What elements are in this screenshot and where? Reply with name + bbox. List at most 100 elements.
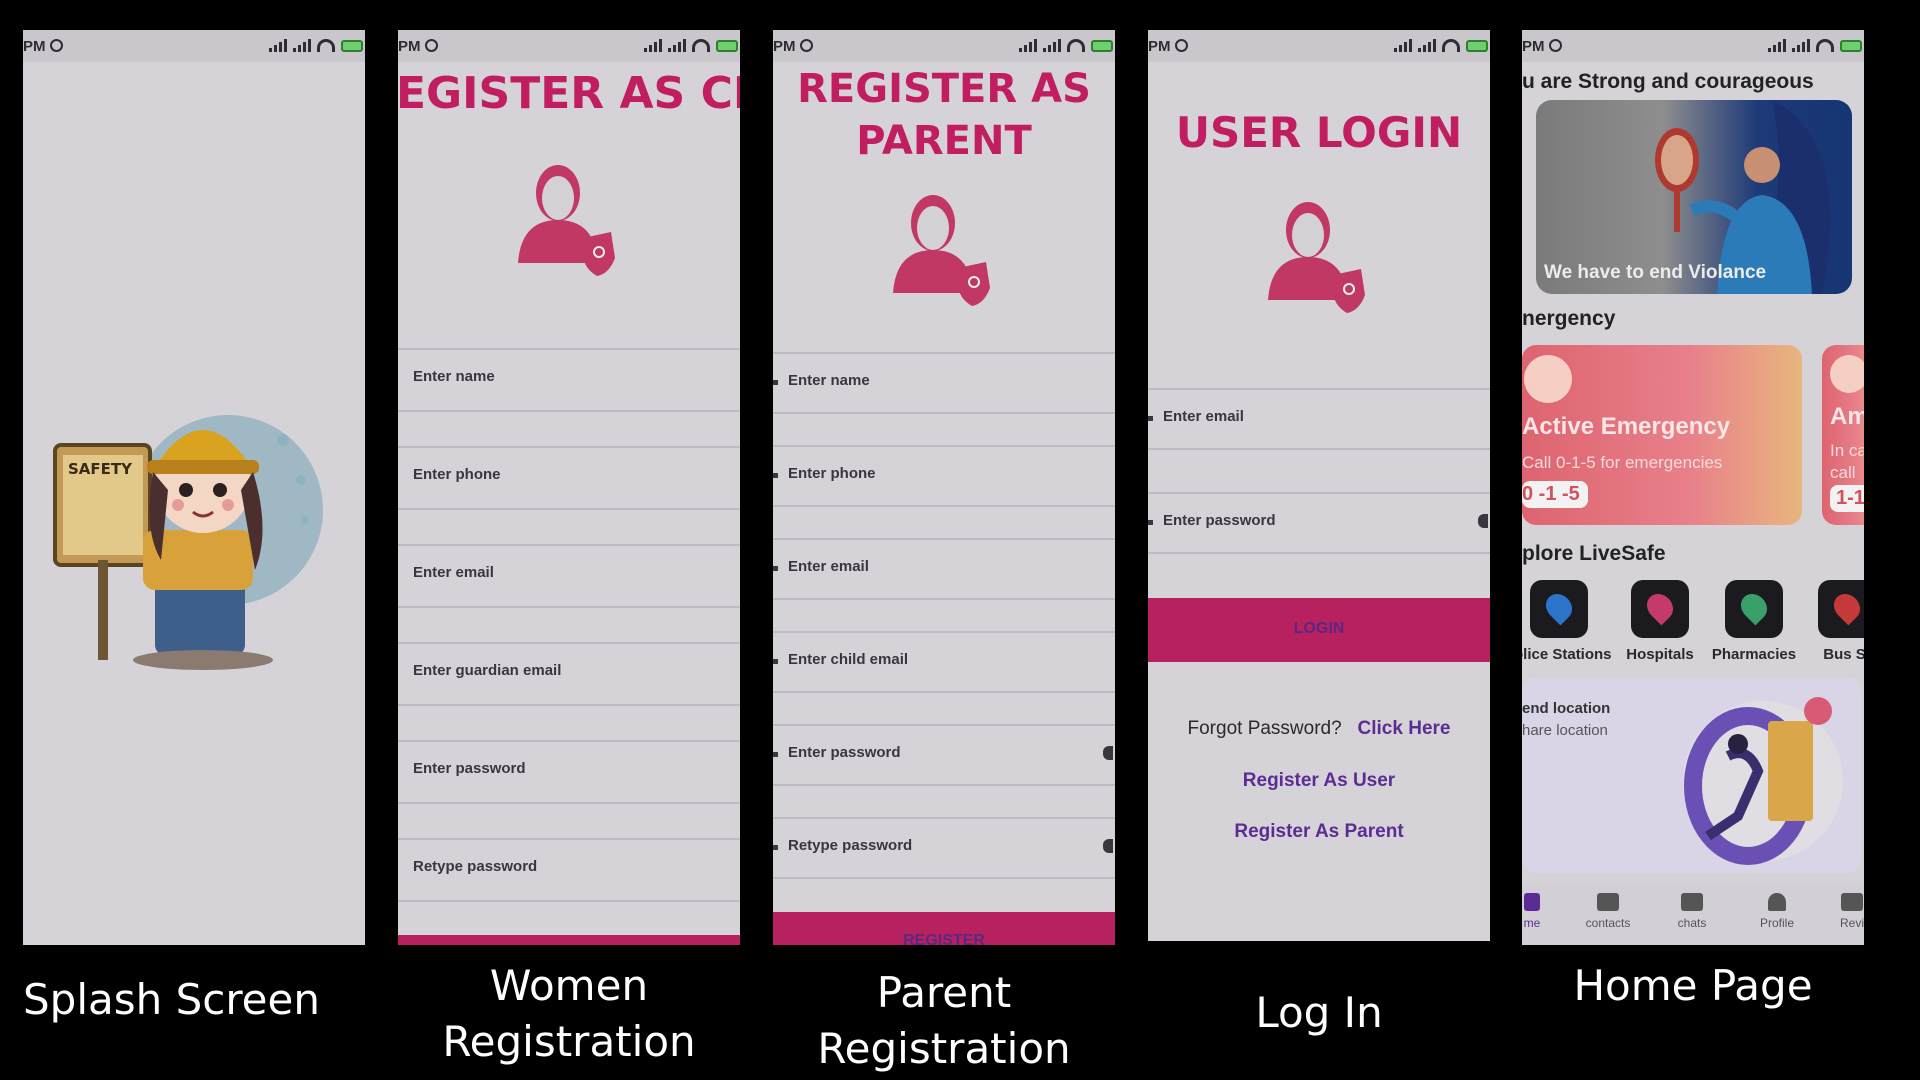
- wifi-icon: [1067, 39, 1085, 52]
- field-lead-icon: [1148, 416, 1153, 421]
- wifi-icon: [317, 39, 335, 52]
- active-emergency-card[interactable]: Active Emergency Call 0-1-5 for emergenc…: [1522, 345, 1802, 525]
- active-emergency-number: 0 -1 -5: [1522, 481, 1588, 508]
- nav-profile[interactable]: Profile: [1747, 893, 1807, 930]
- email-field-label: Enter email: [413, 564, 494, 581]
- bus-stations-shortcut[interactable]: Bus St: [1802, 580, 1864, 663]
- send-location-title: end location: [1522, 700, 1611, 717]
- field-lead-icon: [773, 845, 778, 850]
- chat-icon: [1681, 893, 1703, 911]
- field-lead-icon: [773, 380, 778, 385]
- caption-parent-line1: Parent: [876, 968, 1012, 1017]
- bottom-navigation: me contacts chats Profile Revi: [1522, 885, 1864, 945]
- safety-sign-label: SAFETY: [68, 460, 132, 478]
- eye-icon[interactable]: [1103, 746, 1113, 760]
- status-time: PM: [398, 38, 421, 55]
- nav-chats[interactable]: chats: [1662, 893, 1722, 930]
- caption-parent-line2: Registration: [817, 1024, 1071, 1073]
- bus-stations-label: Bus St: [1823, 646, 1864, 663]
- page-title-line2: PARENT: [856, 118, 1032, 164]
- page-title: USER LOGIN: [1175, 108, 1463, 157]
- eye-icon[interactable]: [1478, 514, 1488, 528]
- click-here-link[interactable]: Click Here: [1358, 718, 1451, 739]
- contacts-icon: [1597, 893, 1619, 911]
- quote-banner[interactable]: We have to end Violance: [1536, 100, 1852, 294]
- email-field[interactable]: Enter email: [773, 538, 1115, 633]
- pharmacies-shortcut[interactable]: Pharmacies: [1709, 580, 1799, 663]
- phone-field[interactable]: Enter phone: [398, 446, 740, 546]
- status-bar: PM: [1148, 30, 1490, 62]
- login-button[interactable]: LOGIN: [1148, 598, 1490, 662]
- caption-women-line1: Women: [489, 961, 649, 1010]
- child-email-field[interactable]: Enter child email: [773, 631, 1115, 726]
- wifi-icon: [692, 39, 710, 52]
- register-user-link[interactable]: Register As User: [1148, 770, 1490, 792]
- nav-home[interactable]: me: [1522, 893, 1562, 930]
- police-stations-shortcut[interactable]: olice Stations: [1522, 580, 1612, 663]
- women-registration-screen: PM EGISTER AS CHIL Enter name Enter phon…: [398, 30, 740, 945]
- bus-icon: [1818, 580, 1864, 638]
- nav-reviews[interactable]: Revi: [1822, 893, 1864, 930]
- register-button[interactable]: REGISTER: [773, 912, 1115, 945]
- status-bar: PM: [23, 30, 365, 62]
- caption-home: Home Page: [1573, 961, 1813, 1010]
- alarm-icon: [50, 39, 63, 52]
- status-bar: PM: [398, 30, 740, 62]
- email-field[interactable]: Enter email: [398, 544, 740, 644]
- signal-icon: [1019, 39, 1037, 52]
- ambulance-title: Am: [1830, 403, 1864, 430]
- caption-women: Women Registration: [398, 958, 740, 1070]
- hospitals-shortcut[interactable]: Hospitals: [1615, 580, 1705, 663]
- share-location-subtitle: hare location: [1522, 722, 1608, 739]
- send-location-card[interactable]: end location hare location: [1522, 678, 1862, 873]
- alarm-icon: [1175, 39, 1188, 52]
- nav-reviews-label: Revi: [1839, 916, 1864, 930]
- woman-shield-icon: [1268, 202, 1365, 313]
- password-field-label: Enter password: [1163, 512, 1276, 529]
- active-emergency-title: Active Emergency: [1522, 413, 1731, 440]
- battery-icon: [1840, 40, 1862, 52]
- hospitals-label: Hospitals: [1626, 646, 1694, 663]
- woman-shield-icon: [518, 165, 615, 276]
- eye-icon[interactable]: [1103, 839, 1113, 853]
- caption-women-line2: Registration: [442, 1017, 696, 1066]
- parent-registration-screen: PM REGISTER AS PARENT Enter name Enter p…: [773, 30, 1115, 945]
- name-field[interactable]: Enter name: [398, 348, 740, 448]
- register-button-label: REGISTER: [903, 932, 985, 945]
- field-lead-icon: [773, 659, 778, 664]
- field-lead-icon: [773, 752, 778, 757]
- signal-icon-2: [1043, 39, 1061, 52]
- field-lead-icon: [773, 473, 778, 478]
- phone-field[interactable]: Enter phone: [773, 445, 1115, 540]
- password-field[interactable]: Enter password: [773, 724, 1115, 819]
- ambulance-card[interactable]: Am In ca call 1-1: [1822, 345, 1864, 525]
- retype-password-field[interactable]: Retype password: [398, 838, 740, 928]
- nav-contacts[interactable]: contacts: [1578, 893, 1638, 930]
- password-field[interactable]: Enter password: [398, 740, 740, 840]
- email-field[interactable]: Enter email: [1148, 388, 1490, 494]
- nav-contacts-label: contacts: [1585, 916, 1631, 930]
- signal-icon: [644, 39, 662, 52]
- woman-shield-icon: [893, 195, 990, 306]
- retype-password-field[interactable]: Retype password: [773, 817, 1115, 912]
- location-illustration: [1683, 697, 1843, 865]
- alarm-icon: [1549, 39, 1562, 52]
- guardian-email-field[interactable]: Enter guardian email: [398, 642, 740, 742]
- register-parent-link[interactable]: Register As Parent: [1148, 821, 1490, 843]
- explore-heading: plore LiveSafe: [1522, 542, 1666, 565]
- battery-icon: [1091, 40, 1113, 52]
- retype-password-field-label: Retype password: [788, 837, 913, 854]
- status-time: PM: [1522, 38, 1545, 55]
- password-field[interactable]: Enter password: [1148, 492, 1490, 598]
- battery-icon: [716, 40, 738, 52]
- phone-field-label: Enter phone: [413, 466, 501, 483]
- police-station-icon: [1530, 580, 1588, 638]
- register-button[interactable]: [398, 935, 740, 945]
- battery-icon: [1466, 40, 1488, 52]
- forgot-password-row: Forgot Password? Click Here: [1148, 718, 1490, 740]
- name-field[interactable]: Enter name: [773, 352, 1115, 447]
- ambulance-number: 1-1: [1830, 485, 1864, 512]
- phone-field-label: Enter phone: [788, 465, 876, 482]
- alarm-icon: [800, 39, 813, 52]
- emergency-heading: nergency: [1522, 307, 1616, 330]
